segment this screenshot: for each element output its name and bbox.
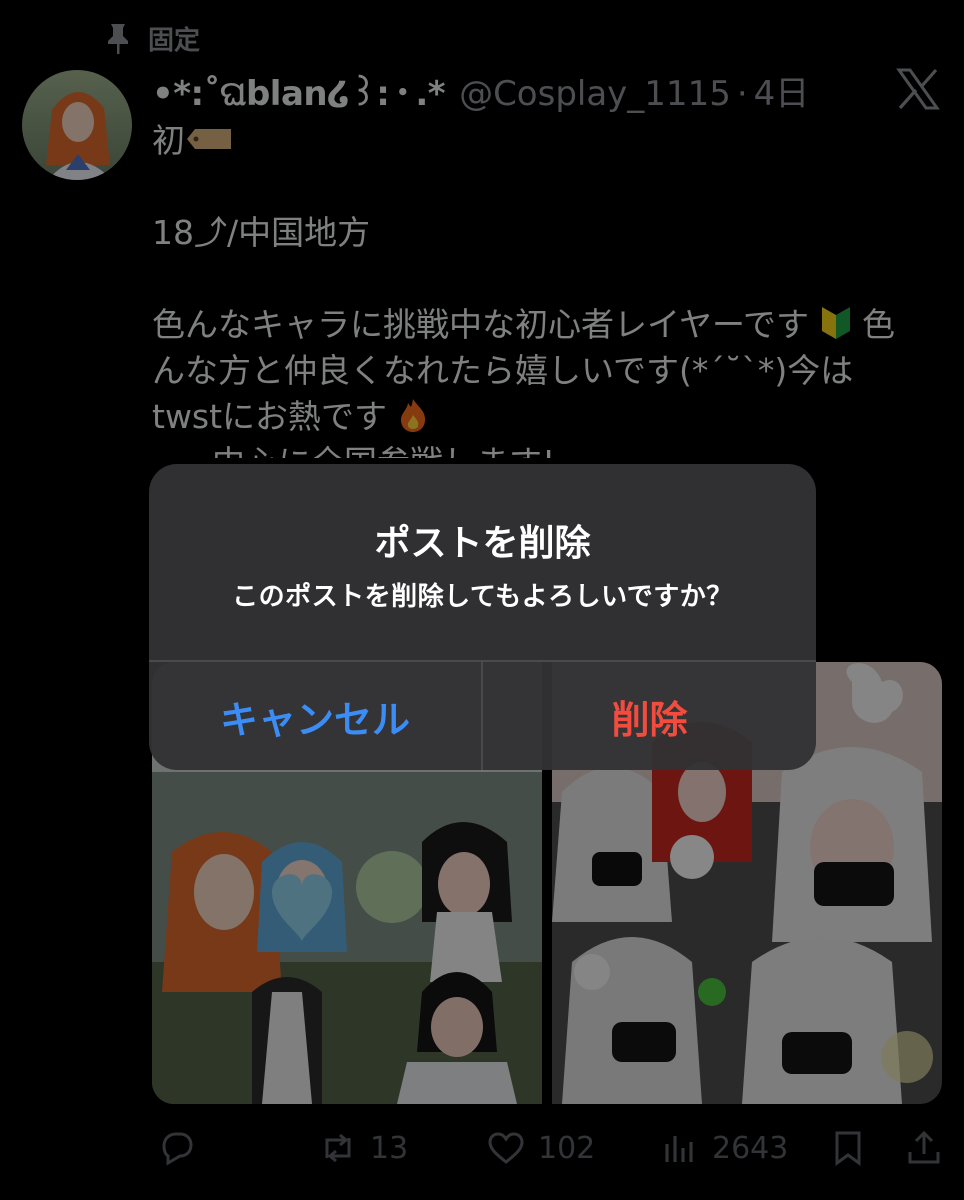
delete-confirm-dialog: ポストを削除 このポストを削除してもよろしいですか？ キャンセル 削除	[149, 464, 816, 770]
delete-button[interactable]: 削除	[483, 662, 816, 770]
dialog-title: ポストを削除	[374, 523, 591, 564]
dialog-message: このポストを削除してもよろしいですか？	[232, 582, 733, 612]
cancel-button[interactable]: キャンセル	[149, 662, 481, 770]
